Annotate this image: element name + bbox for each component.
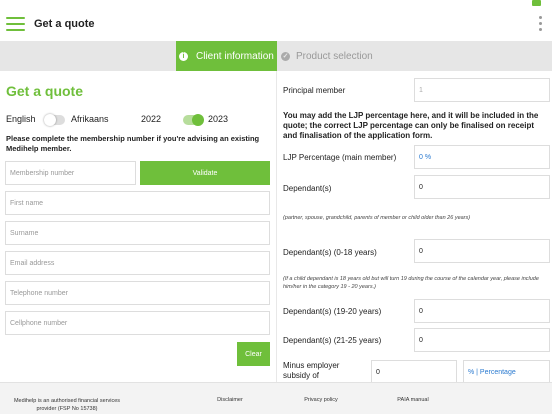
form-heading: Get a quote	[6, 83, 84, 99]
year-2023-label: 2023	[208, 114, 229, 124]
email-input[interactable]: Email address	[5, 251, 270, 275]
dependants-0-18-hint: (If a child dependant is 18 years old bu…	[283, 276, 539, 290]
tab-label: Client information	[196, 50, 274, 62]
employer-subsidy-label: Minus employer subsidy of	[283, 361, 340, 380]
dependants-input[interactable]: 0	[414, 175, 550, 199]
cellphone-input[interactable]: Cellphone number	[5, 311, 270, 335]
language-toggle[interactable]	[44, 114, 65, 126]
fsp-notice: Medihelp is an authorised financial serv…	[13, 398, 121, 412]
dependants-0-18-input[interactable]: 0	[414, 239, 550, 263]
validate-button[interactable]: Validate	[140, 161, 270, 185]
first-name-input[interactable]: First name	[5, 191, 270, 215]
dependants-21-25-input[interactable]: 0	[414, 328, 550, 352]
ljp-label: LJP Percentage (main member)	[283, 153, 397, 162]
step-tabs: i Client information ✓ Product selection	[0, 41, 552, 71]
dependants-hint: (partner, spouse, grandchild, parents of…	[283, 215, 471, 221]
client-form: Get a quote English Afrikaans 2022 2023 …	[0, 71, 276, 382]
principal-member-input[interactable]: 1	[414, 78, 550, 102]
employer-subsidy-input[interactable]: 0	[371, 360, 457, 384]
tab-label: Product selection	[296, 50, 373, 62]
principal-member-label: Principal member	[283, 86, 346, 95]
paia-manual-link[interactable]: PAIA manual	[382, 397, 444, 403]
language-english-label: English	[6, 114, 36, 124]
dependants-19-20-label: Dependant(s) (19-20 years)	[283, 307, 382, 316]
info-icon: i	[179, 51, 188, 61]
ljp-info: You may add the LJP percentage here, and…	[283, 111, 539, 140]
dependants-21-25-label: Dependant(s) (21-25 years)	[283, 336, 382, 345]
surname-input[interactable]: Surname	[5, 221, 270, 245]
year-2022-label: 2022	[141, 114, 162, 124]
language-afrikaans-label: Afrikaans	[71, 114, 109, 124]
tab-client-information[interactable]: i Client information	[176, 41, 277, 71]
battery-icon	[532, 0, 541, 6]
dependants-19-20-input[interactable]: 0	[414, 299, 550, 323]
employer-subsidy-unit-select[interactable]: % | Percentage	[463, 360, 550, 384]
telephone-input[interactable]: Telephone number	[5, 281, 270, 305]
membership-number-input[interactable]: Membership number	[5, 161, 136, 185]
privacy-policy-link[interactable]: Privacy policy	[290, 397, 352, 403]
more-options-icon[interactable]	[539, 16, 543, 32]
app-bar: Get a quote	[0, 0, 552, 41]
ljp-input[interactable]: 0 %	[414, 145, 550, 169]
dependants-0-18-label: Dependant(s) (0-18 years)	[283, 248, 377, 257]
year-toggle[interactable]	[183, 114, 204, 126]
tab-product-selection[interactable]: ✓ Product selection	[281, 41, 373, 71]
dependants-form: Principal member 1 You may add the LJP p…	[276, 71, 552, 384]
dependants-label: Dependant(s)	[283, 184, 332, 193]
check-icon: ✓	[281, 51, 290, 61]
page-title: Get a quote	[34, 18, 95, 30]
membership-note: Please complete the membership number if…	[6, 134, 260, 153]
footer: Medihelp is an authorised financial serv…	[0, 382, 552, 414]
disclaimer-link[interactable]: Disclaimer	[200, 397, 260, 403]
menu-icon[interactable]	[6, 17, 25, 31]
clear-button[interactable]: Clear	[237, 342, 270, 366]
